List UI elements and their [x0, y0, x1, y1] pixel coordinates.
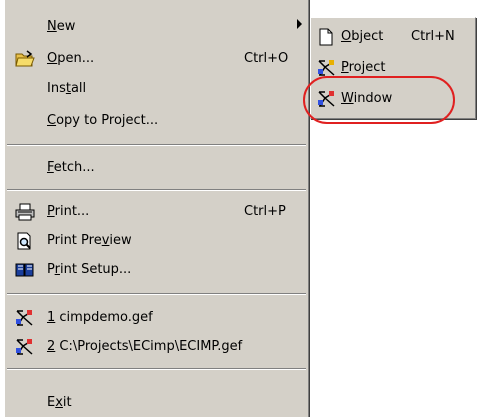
menu-item-label: Print Preview	[47, 233, 132, 248]
submenu-item-label: Project	[341, 60, 386, 75]
menu-item-label: Exit	[47, 395, 72, 410]
menu-item-label: Print Setup...	[47, 262, 132, 277]
menu-item-install[interactable]: Install	[5, 76, 308, 102]
menu-item-print-setup[interactable]: Print Setup...	[5, 257, 308, 283]
project-icon	[317, 59, 335, 77]
print-setup-icon	[15, 261, 34, 279]
menu-separator	[7, 368, 306, 370]
menu-item-label: Fetch...	[47, 160, 95, 175]
submenu-item-object[interactable]: Object Ctrl+N	[311, 24, 475, 50]
menu-item-print-preview[interactable]: Print Preview	[5, 228, 308, 254]
menu-separator	[7, 144, 306, 146]
open-folder-icon	[15, 50, 35, 68]
menu-item-label: 1 cimpdemo.gef	[47, 310, 153, 325]
submenu-arrow-icon	[297, 19, 302, 29]
menu-item-label: New	[47, 19, 76, 34]
menu-item-label: Copy to Project...	[47, 113, 159, 128]
menu-item-print[interactable]: Print... Ctrl+P	[5, 199, 308, 225]
menu-item-recent-1[interactable]: 1 cimpdemo.gef	[5, 305, 308, 331]
document-icon	[317, 28, 335, 46]
menu-item-fetch[interactable]: Fetch...	[5, 155, 308, 181]
menu-item-label: Open...	[47, 51, 95, 66]
gef-file-icon	[15, 338, 33, 356]
menu-item-copy-to-project[interactable]: Copy to Project...	[5, 108, 308, 134]
print-preview-icon	[15, 232, 33, 250]
highlight-circle-annotation	[303, 76, 455, 124]
printer-icon	[15, 203, 35, 221]
menu-item-open[interactable]: Open... Ctrl+O	[5, 46, 308, 72]
menu-item-label: Print...	[47, 204, 90, 219]
menu-item-recent-2[interactable]: 2 C:\Projects\ECimp\ECIMP.gef	[5, 334, 308, 360]
menu-item-new[interactable]: New	[5, 14, 308, 40]
menu-item-label: 2 C:\Projects\ECimp\ECIMP.gef	[47, 339, 243, 354]
submenu-item-shortcut: Ctrl+N	[411, 29, 455, 44]
menu-separator	[7, 293, 306, 295]
menu-separator	[7, 189, 306, 191]
submenu-item-label: Object	[341, 29, 384, 44]
gef-file-icon	[15, 309, 33, 327]
file-menu: New Open... Ctrl+O Install Copy to Proje…	[4, 0, 309, 417]
menu-item-exit[interactable]: Exit	[5, 390, 308, 416]
menu-item-shortcut: Ctrl+O	[244, 51, 289, 66]
menu-item-label: Install	[47, 81, 87, 96]
menu-item-shortcut: Ctrl+P	[244, 204, 286, 219]
